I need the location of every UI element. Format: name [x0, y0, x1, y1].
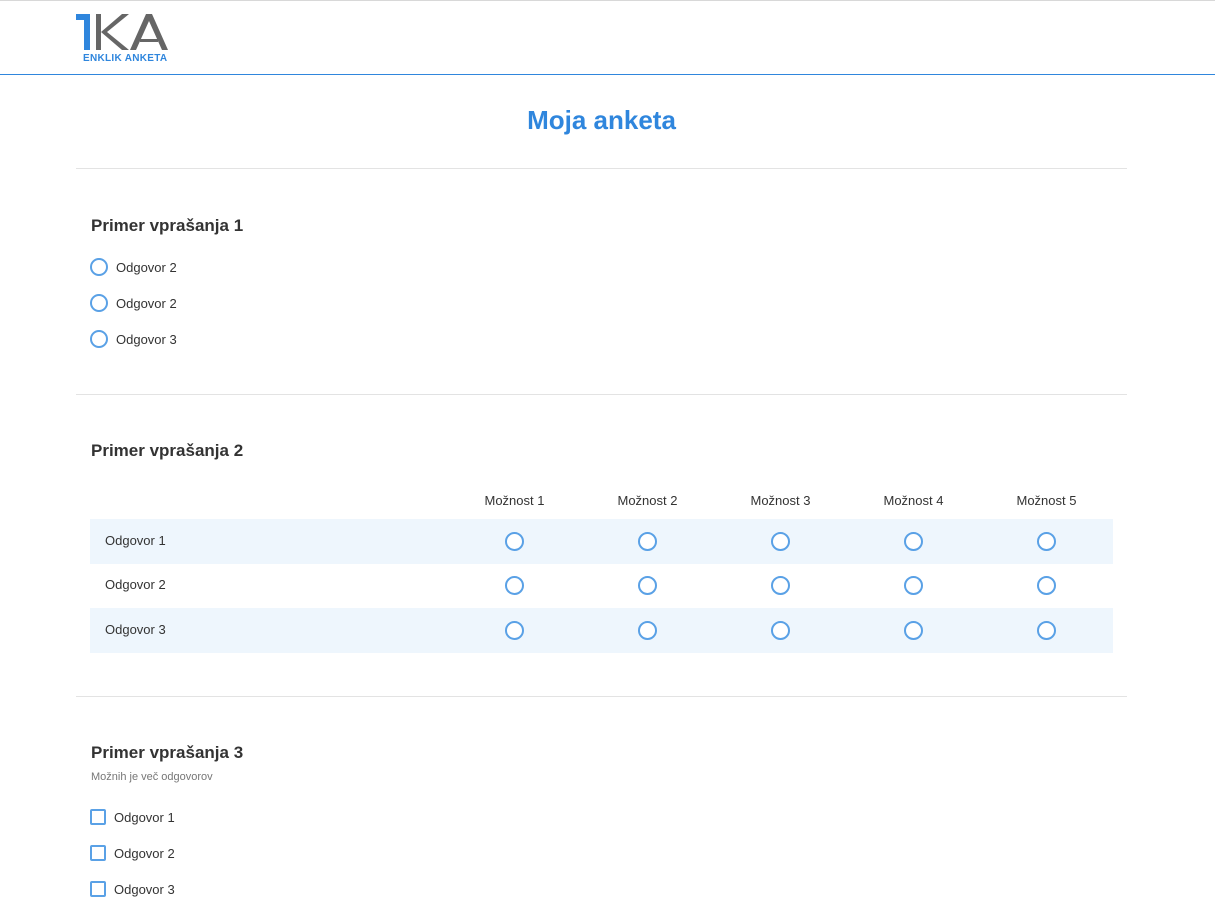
matrix-row-label: Odgovor 1	[105, 533, 166, 548]
matrix-radio[interactable]	[505, 621, 524, 640]
matrix-radio[interactable]	[904, 621, 923, 640]
matrix-row-label: Odgovor 2	[105, 577, 166, 592]
logo[interactable]: ENKLIK ANKETA	[76, 12, 176, 68]
option-label: Odgovor 2	[114, 845, 175, 861]
matrix-radio[interactable]	[505, 532, 524, 551]
checkbox[interactable]	[90, 881, 106, 897]
matrix-radio[interactable]	[638, 532, 657, 551]
matrix-radio[interactable]	[638, 576, 657, 595]
question-1-title: Primer vprašanja 1	[91, 216, 244, 235]
matrix-radio[interactable]	[505, 576, 524, 595]
radio-button[interactable]	[90, 258, 108, 276]
matrix-radio[interactable]	[904, 532, 923, 551]
matrix-row: Odgovor 3	[90, 608, 1113, 653]
matrix-column-header: Možnost 2	[617, 493, 678, 508]
matrix-radio[interactable]	[904, 576, 923, 595]
matrix-radio[interactable]	[1037, 532, 1056, 551]
option-label: Odgovor 3	[114, 881, 175, 897]
q3-option-2[interactable]: Odgovor 2	[90, 843, 175, 863]
matrix-row-label: Odgovor 3	[105, 622, 166, 637]
logo-mark-icon	[76, 14, 168, 50]
matrix-radio[interactable]	[771, 576, 790, 595]
section-divider	[76, 394, 1127, 395]
q1-option-2[interactable]: Odgovor 2	[90, 293, 177, 313]
matrix-column-header: Možnost 5	[1016, 493, 1077, 508]
matrix-radio[interactable]	[1037, 576, 1056, 595]
logo-subtitle: ENKLIK ANKETA	[83, 53, 168, 64]
section-divider	[76, 696, 1127, 697]
option-label: Odgovor 2	[116, 295, 177, 311]
q1-option-3[interactable]: Odgovor 3	[90, 329, 177, 349]
matrix-radio[interactable]	[771, 621, 790, 640]
question-2-title: Primer vprašanja 2	[91, 441, 244, 460]
question-3-hint: Možnih je več odgovorov	[91, 771, 213, 783]
radio-button[interactable]	[90, 330, 108, 348]
q1-option-1[interactable]: Odgovor 2	[90, 257, 177, 277]
matrix-row: Odgovor 1	[90, 519, 1113, 564]
page-title: Moja anketa	[527, 105, 676, 135]
section-divider	[76, 168, 1127, 169]
matrix-row: Odgovor 2	[90, 563, 1113, 608]
question-3-title: Primer vprašanja 3	[91, 743, 244, 762]
q3-option-3[interactable]: Odgovor 3	[90, 879, 175, 899]
radio-button[interactable]	[90, 294, 108, 312]
site-header: ENKLIK ANKETA	[0, 1, 1215, 75]
option-label: Odgovor 1	[114, 809, 175, 825]
option-label: Odgovor 2	[116, 259, 177, 275]
matrix-radio[interactable]	[1037, 621, 1056, 640]
matrix-radio[interactable]	[771, 532, 790, 551]
option-label: Odgovor 3	[116, 331, 177, 347]
matrix-column-header: Možnost 1	[484, 493, 545, 508]
matrix-column-header: Možnost 3	[750, 493, 811, 508]
checkbox[interactable]	[90, 845, 106, 861]
matrix-radio[interactable]	[638, 621, 657, 640]
q3-option-1[interactable]: Odgovor 1	[90, 807, 175, 827]
matrix-column-header: Možnost 4	[883, 493, 944, 508]
checkbox[interactable]	[90, 809, 106, 825]
